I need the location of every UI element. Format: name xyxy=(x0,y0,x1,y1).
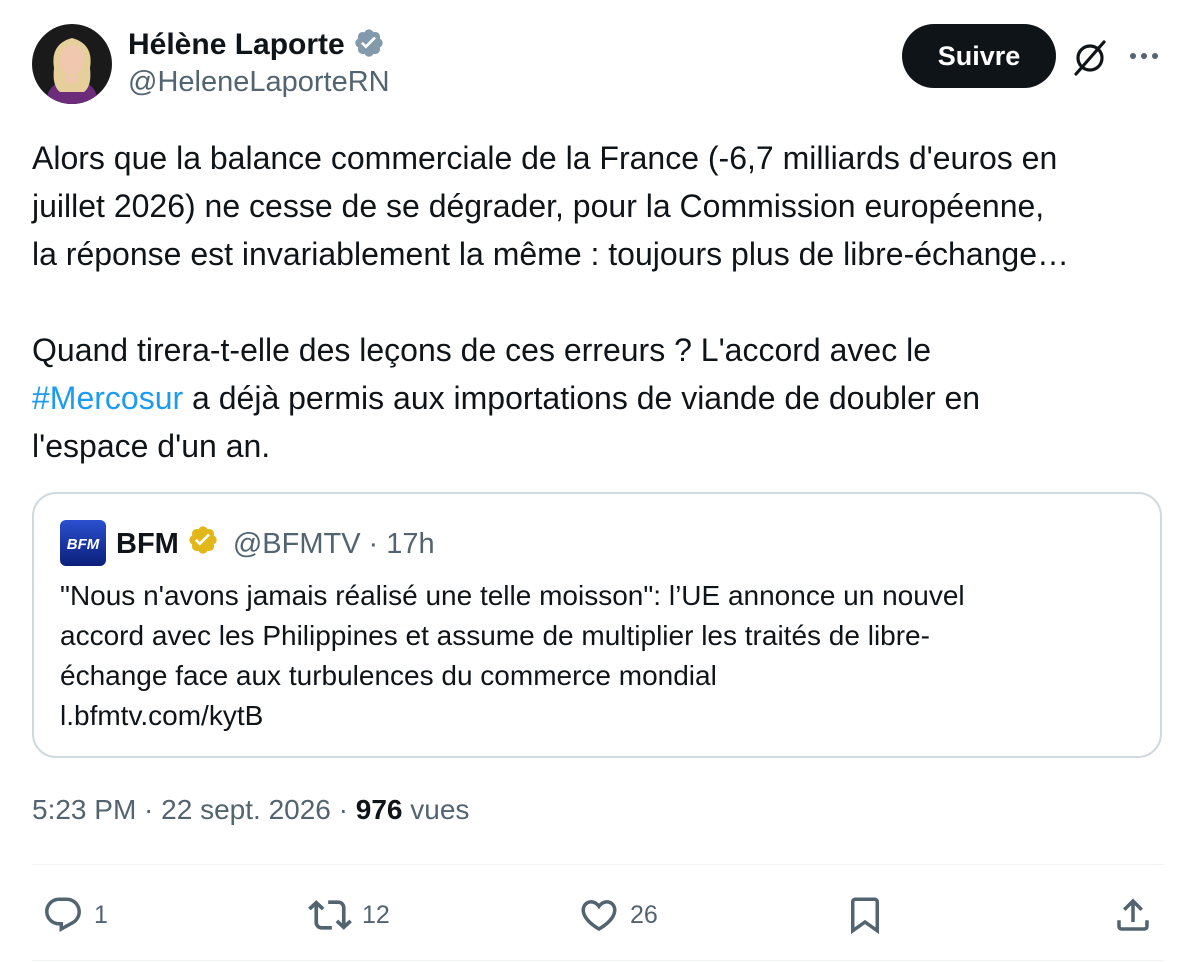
gold-verified-badge-icon xyxy=(187,524,219,564)
quoted-text-line: échange face aux turbulences du commerce… xyxy=(60,660,717,691)
quoted-link[interactable]: l.bfmtv.com/kytB xyxy=(60,696,1140,736)
tweet-line: Alors que la balance commerciale de la F… xyxy=(32,140,1058,176)
tweet-line: Quand tirera-t-elle des leçons de ces er… xyxy=(32,332,931,368)
tweet-time[interactable]: 5:23 PM xyxy=(32,794,136,826)
quoted-author-name[interactable]: BFM xyxy=(116,528,179,561)
follow-button[interactable]: Suivre xyxy=(902,24,1056,88)
quoted-tweet-header: BFM @BFMTV · 17h xyxy=(116,522,435,566)
repost-count: 12 xyxy=(362,900,390,929)
hashtag-link[interactable]: #Mercosur xyxy=(32,380,183,416)
repost-icon xyxy=(308,893,352,937)
tweet-text: Alors que la balance commerciale de la F… xyxy=(32,134,1172,470)
tweet-line: a déjà permis aux importations de viande… xyxy=(183,380,981,416)
separator-dot: · xyxy=(330,794,356,825)
like-button[interactable]: 26 xyxy=(578,890,658,940)
grok-icon[interactable] xyxy=(1068,36,1112,80)
reply-icon xyxy=(42,894,84,936)
tweet-line: la réponse est invariablement la même : … xyxy=(32,236,1069,272)
quoted-tweet-card[interactable]: BFM BFM @BFMTV · 17h "Nous n'avons jamai… xyxy=(32,492,1162,758)
verified-badge-icon xyxy=(353,27,385,64)
tweet-line: juillet 2026) ne cesse de se dégrader, p… xyxy=(32,188,1045,224)
more-options-icon[interactable] xyxy=(1124,38,1164,78)
tweet-line: l'espace d'un an. xyxy=(32,428,271,464)
author-avatar[interactable] xyxy=(32,24,112,104)
separator-dot: · xyxy=(368,527,379,560)
quoted-text-line: accord avec les Philippines et assume de… xyxy=(60,620,930,651)
quoted-tweet-time[interactable]: 17h xyxy=(386,528,434,561)
heart-icon xyxy=(578,894,620,936)
share-button[interactable] xyxy=(1112,890,1154,940)
svg-text:BFM: BFM xyxy=(67,536,100,553)
quoted-tweet-text: "Nous n'avons jamais réalisé une telle m… xyxy=(60,576,1140,736)
separator-dot: · xyxy=(136,794,162,825)
repost-button[interactable]: 12 xyxy=(308,890,390,940)
bookmark-icon xyxy=(844,894,886,936)
divider xyxy=(32,960,1164,961)
share-icon xyxy=(1112,894,1154,936)
like-count: 26 xyxy=(630,900,658,929)
author-name-row: Hélène Laporte xyxy=(128,26,385,64)
quoted-author-handle: @BFMTV xyxy=(232,527,361,560)
author-handle[interactable]: @HeleneLaporteRN xyxy=(128,66,390,99)
bookmark-button[interactable] xyxy=(844,890,886,940)
reply-count: 1 xyxy=(94,900,108,929)
author-name[interactable]: Hélène Laporte xyxy=(128,28,345,62)
tweet-date[interactable]: 22 sept. 2026 xyxy=(161,794,331,826)
tweet-meta: 5:23 PM · 22 sept. 2026 · 976 vues xyxy=(32,794,469,826)
divider xyxy=(32,864,1164,865)
views-label: vues xyxy=(402,794,470,825)
views-count: 976 xyxy=(355,794,403,825)
bfm-logo-icon: BFM xyxy=(60,520,106,566)
quoted-text-line: "Nous n'avons jamais réalisé une telle m… xyxy=(60,580,965,611)
reply-button[interactable]: 1 xyxy=(42,890,108,940)
